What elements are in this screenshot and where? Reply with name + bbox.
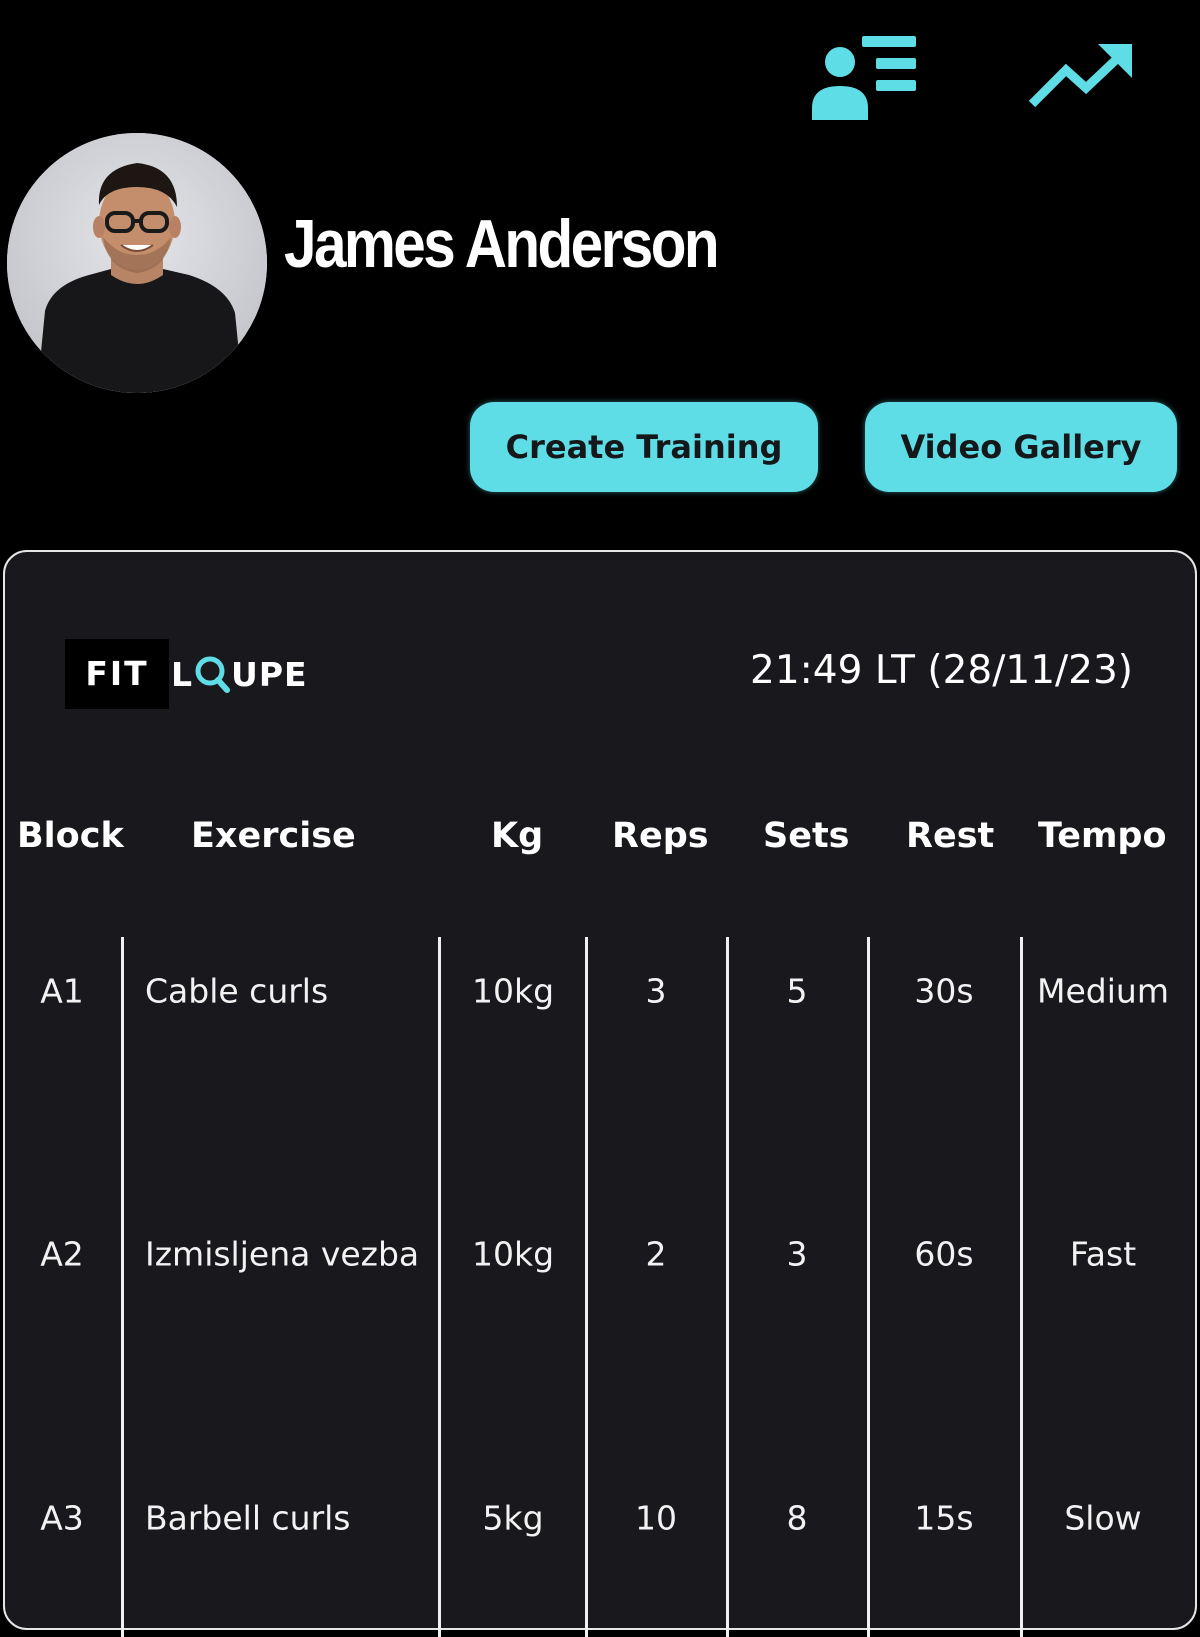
client-list-icon[interactable] (810, 34, 916, 120)
profile-name: James Anderson (284, 206, 720, 282)
video-gallery-button[interactable]: Video Gallery (865, 402, 1177, 492)
cell-sets: 3 (786, 1234, 808, 1274)
cell-sets: 5 (786, 971, 808, 1011)
cell-reps: 3 (645, 971, 667, 1011)
column-divider (121, 937, 124, 1637)
timestamp: 21:49 LT (28/11/23) (750, 648, 1133, 693)
progress-trend-icon[interactable] (1026, 42, 1134, 110)
column-divider (585, 937, 588, 1637)
cell-kg: 10kg (471, 1234, 555, 1274)
column-header-sets: Sets (763, 816, 850, 856)
cell-tempo: Fast (1069, 1234, 1137, 1274)
magnifier-icon (195, 656, 231, 693)
cell-exercise[interactable]: Izmisljena vezba (145, 1235, 419, 1274)
profile-photo (7, 133, 267, 393)
training-card: FIT L UPE 21:49 LT (28/11/23) Block Exer… (3, 550, 1197, 1637)
cell-block: A2 (40, 1234, 84, 1274)
cell-block: A1 (40, 971, 84, 1011)
cell-exercise[interactable]: Barbell curls (145, 1499, 351, 1538)
column-header-block: Block (17, 816, 124, 856)
logo-loupe-text: L UPE (171, 639, 308, 709)
column-header-rest: Rest (906, 816, 995, 856)
column-header-reps: Reps (612, 816, 709, 856)
column-header-kg: Kg (491, 816, 544, 856)
cell-tempo: Medium (1037, 971, 1169, 1011)
logo-letter-l: L (171, 654, 194, 694)
column-divider (867, 937, 870, 1637)
column-divider (726, 937, 729, 1637)
column-divider (438, 937, 441, 1637)
cell-tempo: Slow (1064, 1498, 1142, 1538)
cell-block: A3 (40, 1498, 84, 1538)
cell-rest: 15s (914, 1498, 974, 1538)
cell-reps: 2 (645, 1234, 667, 1274)
avatar (7, 133, 267, 393)
cell-reps: 10 (635, 1498, 677, 1538)
logo-letters-upe: UPE (231, 654, 308, 694)
column-divider (1020, 937, 1023, 1637)
create-training-button[interactable]: Create Training (470, 402, 818, 492)
cell-sets: 8 (786, 1498, 808, 1538)
logo-fit-text: FIT (65, 639, 169, 709)
cell-exercise[interactable]: Cable curls (145, 972, 328, 1011)
cell-kg: 5kg (482, 1498, 544, 1538)
column-header-tempo: Tempo (1038, 816, 1167, 856)
cell-rest: 60s (914, 1234, 974, 1274)
cell-rest: 30s (914, 971, 974, 1011)
cell-kg: 10kg (471, 971, 555, 1011)
column-header-exercise: Exercise (191, 816, 356, 856)
